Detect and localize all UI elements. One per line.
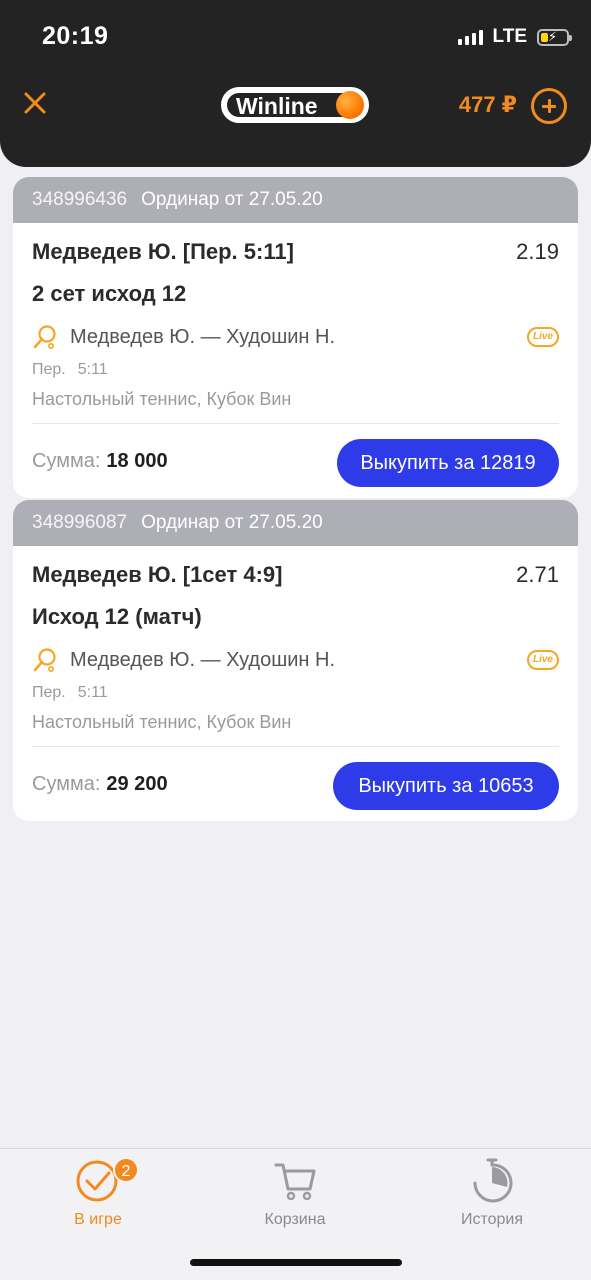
bet-market: Исход 12 (матч) — [32, 604, 202, 629]
tab-badge: 2 — [113, 1157, 139, 1183]
winline-logo: Winline — [221, 87, 369, 123]
logo-ball-icon — [336, 91, 364, 119]
bet-card-body: Медведев Ю. [1сет 4:9] 2.71 Исход 12 (ма… — [13, 546, 578, 821]
bet-odds: 2.19 — [516, 239, 559, 264]
table-tennis-icon — [33, 648, 56, 672]
bet-type: Ординар от 27.05.20 — [141, 512, 323, 533]
tab-in-game[interactable]: 2 В игре — [18, 1157, 178, 1229]
tab-label: Корзина — [264, 1211, 326, 1228]
cart-icon — [274, 1163, 316, 1201]
bet-market: 2 сет исход 12 — [32, 281, 187, 306]
period-info: Пер. 5:11 — [32, 684, 559, 708]
network-label: LTE — [492, 26, 527, 47]
bet-title: Медведев Ю. [1сет 4:9] — [32, 562, 283, 587]
sum-label: Сумма: — [32, 449, 101, 472]
home-indicator — [190, 1259, 402, 1266]
bet-title: Медведев Ю. [Пер. 5:11] — [32, 239, 294, 264]
bet-odds: 2.71 — [516, 562, 559, 587]
bet-id: 348996087 — [32, 512, 128, 533]
signal-icon — [457, 29, 483, 45]
sum-label: Сумма: — [32, 772, 101, 795]
live-badge: Live — [527, 650, 559, 670]
sum-value: 29 200 — [106, 772, 168, 795]
period-label: Пер. — [32, 361, 66, 378]
balance[interactable]: 477 ₽ — [459, 92, 517, 118]
tab-label: В игре — [74, 1211, 122, 1228]
event-name: Медведев Ю. — Худошин Н. — [70, 325, 336, 348]
bet-card-header: 348996087 Ординар от 27.05.20 — [13, 500, 578, 546]
bet-card-header: 348996436 Ординар от 27.05.20 — [13, 177, 578, 223]
tab-history[interactable]: История — [412, 1157, 572, 1229]
bet-card-body: Медведев Ю. [Пер. 5:11] 2.19 2 сет исход… — [13, 223, 578, 498]
league-name: Настольный теннис, Кубок Вин — [32, 712, 292, 732]
close-icon[interactable] — [22, 90, 48, 116]
sum-value: 18 000 — [106, 449, 168, 472]
cashout-button[interactable]: Выкупить за 12819 — [337, 439, 559, 487]
period-info: Пер. 5:11 — [32, 361, 559, 385]
bet-id: 348996436 — [32, 189, 128, 210]
bet-card: 348996087 Ординар от 27.05.20 Медведев Ю… — [13, 500, 578, 821]
tab-cart[interactable]: Корзина — [215, 1157, 375, 1229]
period-score: 5:11 — [77, 361, 108, 378]
period-label: Пер. — [32, 684, 66, 701]
league-name: Настольный теннис, Кубок Вин — [32, 389, 292, 409]
status-indicators: LTE ⚡ — [457, 26, 572, 48]
history-icon — [473, 1158, 513, 1203]
logo-text: Winline — [236, 93, 318, 119]
event-name: Медведев Ю. — Худошин Н. — [70, 648, 336, 671]
live-badge: Live — [527, 327, 559, 347]
status-time: 20:19 — [42, 22, 109, 50]
battery-icon: ⚡ — [537, 28, 572, 46]
table-tennis-icon — [33, 325, 56, 349]
cashout-button[interactable]: Выкупить за 10653 — [333, 762, 559, 810]
app-header: 20:19 LTE ⚡ Winline 477 ₽ — [0, 0, 591, 167]
period-score: 5:11 — [77, 684, 108, 701]
plus-icon[interactable] — [531, 88, 567, 124]
bet-type: Ординар от 27.05.20 — [141, 189, 323, 210]
tab-label: История — [460, 1211, 524, 1228]
bet-card: 348996436 Ординар от 27.05.20 Медведев Ю… — [13, 177, 578, 498]
